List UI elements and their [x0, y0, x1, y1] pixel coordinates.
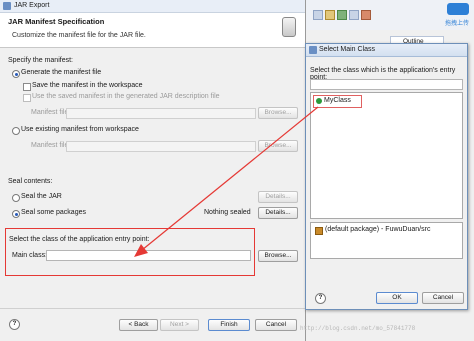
watermark: http://blog.csdn.net/mo_57841778	[300, 325, 416, 332]
arrow-line	[141, 106, 319, 251]
annotation-arrow	[134, 106, 319, 257]
arrow-head	[134, 244, 148, 257]
